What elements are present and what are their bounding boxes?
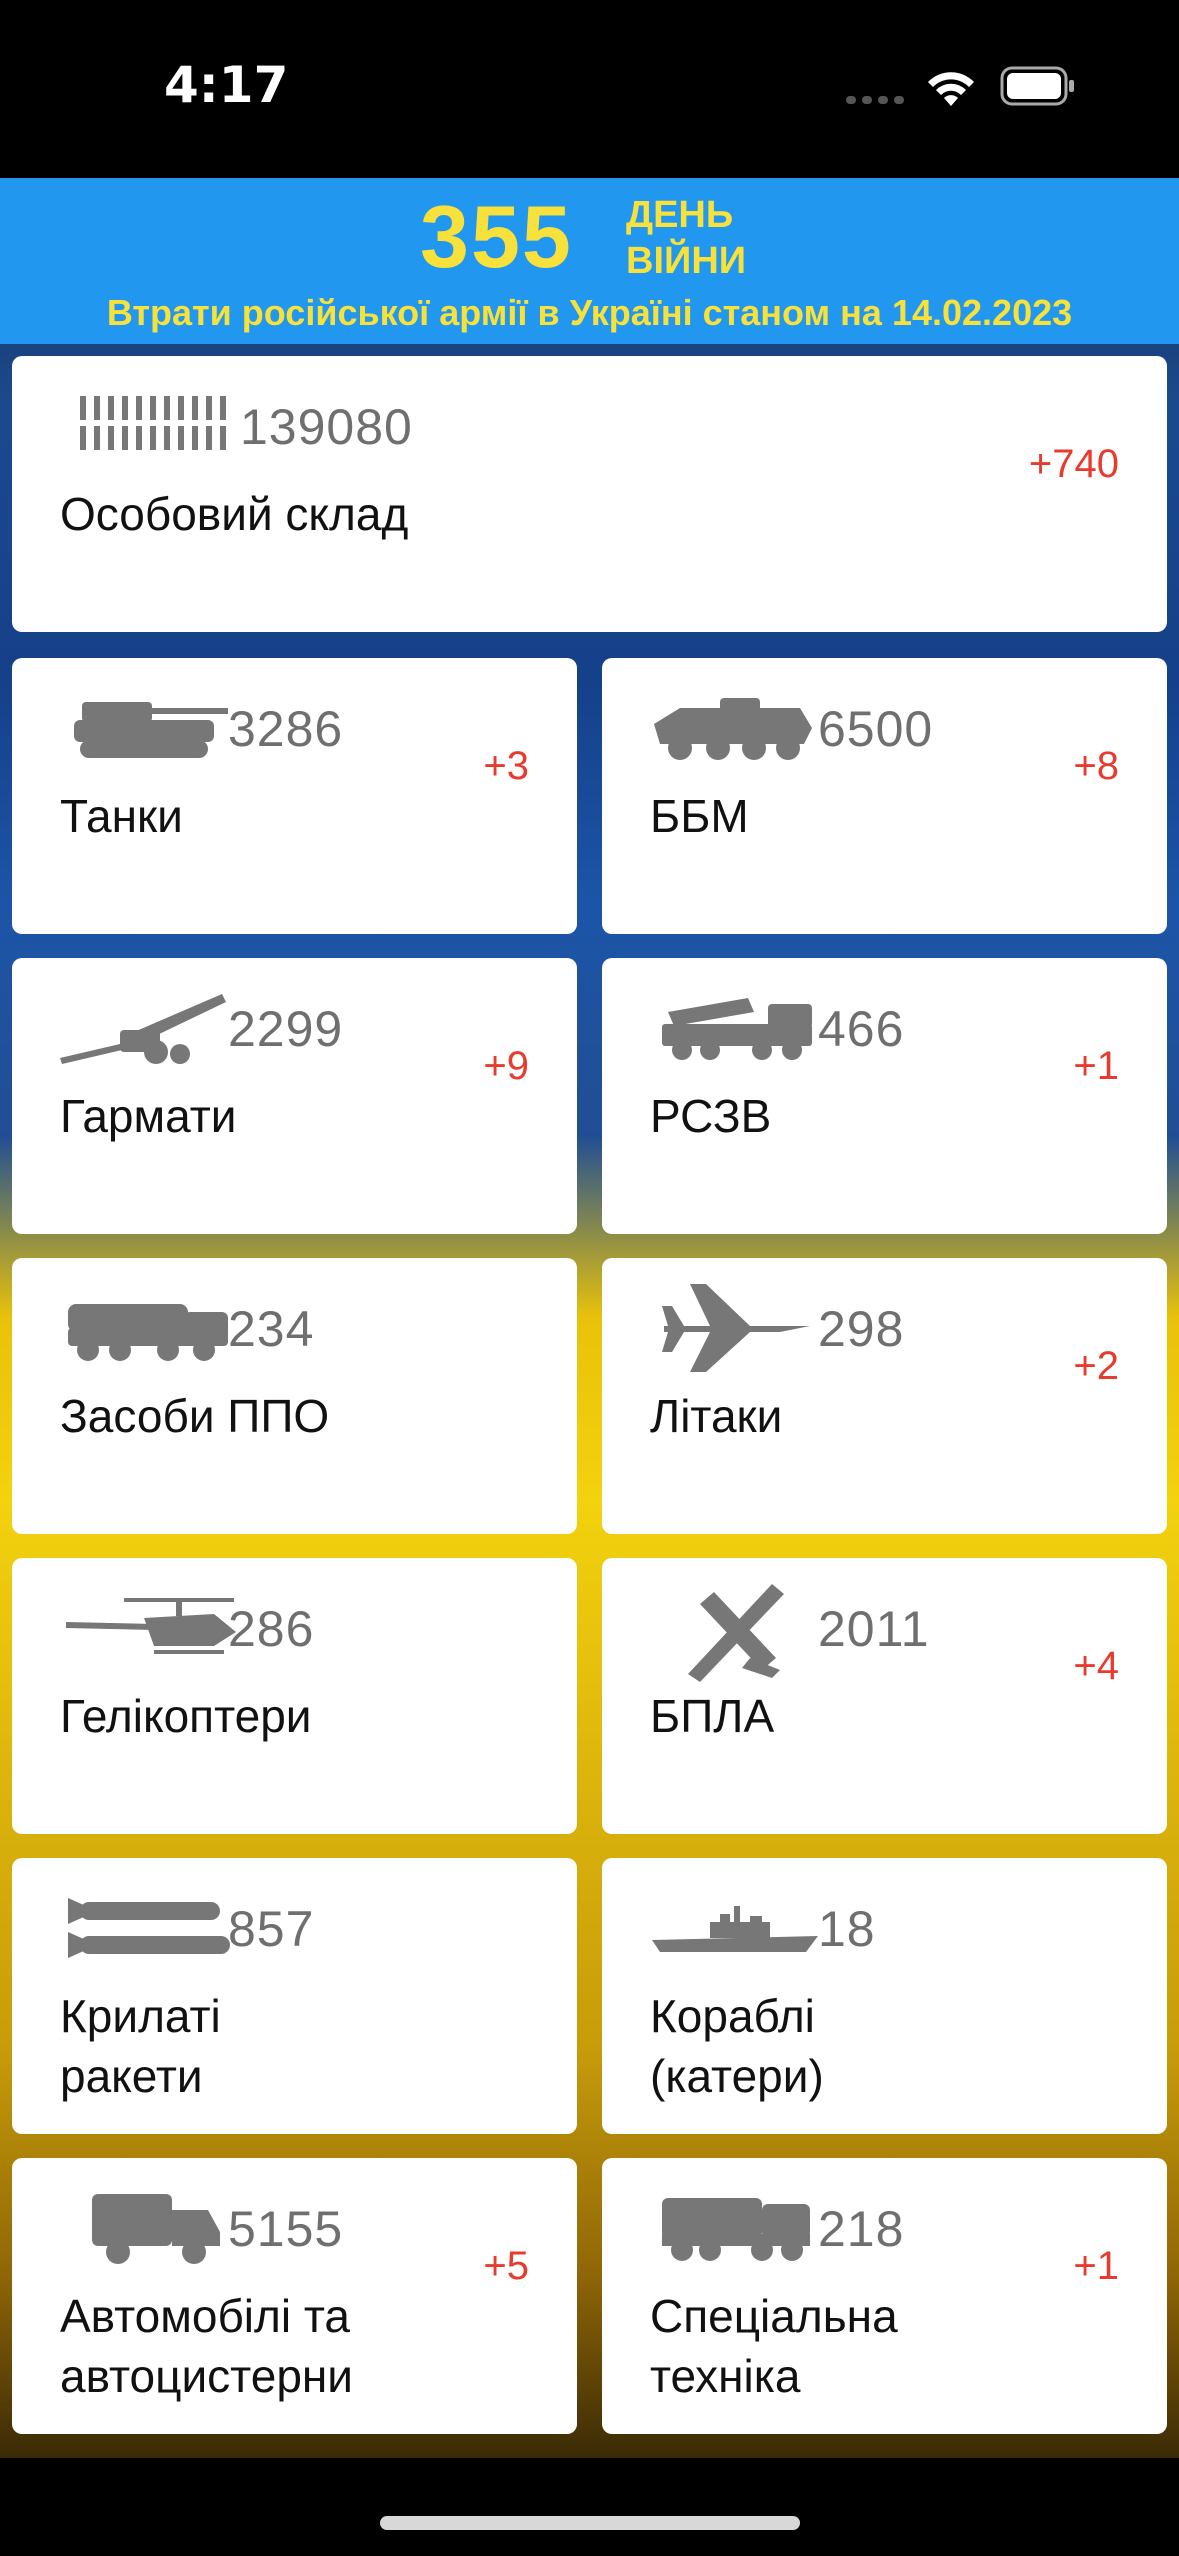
jet-icon: [660, 1282, 810, 1374]
losses-subtitle: Втрати російської армії в Україні станом…: [106, 292, 1073, 333]
air-defense-label: Засоби ППО: [60, 1390, 330, 1442]
card-vehicles[interactable]: 5155 +5 Автомобілі та автоцистерни: [12, 2158, 577, 2434]
tanks-label: Танки: [60, 790, 183, 842]
missile-icon: [66, 1896, 238, 1962]
card-ships[interactable]: 18 Кораблі (катери): [602, 1858, 1167, 2134]
tank-icon: [72, 696, 232, 762]
mlrs-count: 466: [818, 1001, 905, 1057]
war-day-caption: ДЕНЬ ВІЙНИ: [626, 192, 746, 284]
vehicles-count: 5155: [228, 2201, 344, 2257]
cellular-signal-icon: [846, 96, 904, 104]
helicopter-icon: [64, 1592, 240, 1664]
aircraft-label: Літаки: [650, 1390, 783, 1442]
apv-count: 6500: [818, 701, 934, 757]
personnel-label: Особовий склад: [60, 488, 409, 540]
air-defense-count: 234: [228, 1301, 315, 1357]
artillery-label: Гармати: [60, 1090, 237, 1142]
bottom-safe-area: [0, 2458, 1179, 2556]
card-mlrs[interactable]: 466 +1 РСЗВ: [602, 958, 1167, 1234]
special-vehicle-icon: [658, 2192, 814, 2264]
drones-count: 2011: [818, 1601, 930, 1657]
truck-icon: [82, 2188, 222, 2268]
card-special-equipment[interactable]: 218 +1 Спеціальна техніка: [602, 2158, 1167, 2434]
tanks-delta: +3: [483, 744, 529, 788]
wifi-icon: [928, 72, 974, 106]
apv-delta: +8: [1073, 744, 1119, 788]
mlrs-icon: [658, 992, 814, 1064]
drones-label: БПЛА: [650, 1690, 775, 1742]
armored-vehicle-icon: [650, 694, 814, 764]
howitzer-icon: [60, 988, 230, 1068]
card-helicopters[interactable]: 286 Гелікоптери: [12, 1558, 577, 1834]
card-aircraft[interactable]: 298 +2 Літаки: [602, 1258, 1167, 1534]
battery-icon: [1000, 66, 1074, 106]
card-cruise-missiles[interactable]: 857 Крилаті ракети: [12, 1858, 577, 2134]
aircraft-delta: +2: [1073, 1344, 1119, 1388]
drones-delta: +4: [1073, 1644, 1119, 1688]
special-equipment-count: 218: [818, 2201, 905, 2257]
day-word: ДЕНЬ: [626, 194, 734, 236]
card-drones[interactable]: 2011 +4 БПЛА: [602, 1558, 1167, 1834]
cruise-missiles-label: Крилаті ракети: [60, 1990, 221, 2102]
soldiers-icon: [76, 394, 236, 454]
air-defense-icon: [64, 1298, 234, 1364]
ships-count: 18: [818, 1901, 876, 1957]
status-time: 4:17: [164, 56, 289, 114]
artillery-delta: +9: [483, 1044, 529, 1088]
helicopters-label: Гелікоптери: [60, 1690, 312, 1742]
card-artillery[interactable]: 2299 +9 Гармати: [12, 958, 577, 1234]
ships-label: Кораблі (катери): [650, 1990, 824, 2102]
card-personnel[interactable]: 139080 +740 Особовий склад: [12, 356, 1167, 632]
ship-icon: [650, 1904, 820, 1954]
home-indicator[interactable]: [380, 2516, 800, 2530]
war-word: ВІЙНИ: [626, 240, 747, 282]
helicopters-count: 286: [228, 1601, 315, 1657]
vehicles-delta: +5: [483, 2244, 529, 2288]
artillery-count: 2299: [228, 1001, 344, 1057]
personnel-count: 139080: [240, 399, 413, 455]
special-equipment-label: Спеціальна техніка: [650, 2290, 898, 2402]
war-day-number: 355: [420, 187, 573, 286]
cruise-missiles-count: 857: [228, 1901, 315, 1957]
card-apv[interactable]: 6500 +8 ББМ: [602, 658, 1167, 934]
personnel-delta: +740: [1028, 442, 1119, 486]
vehicles-label: Автомобілі та автоцистерни: [60, 2290, 354, 2402]
apv-label: ББМ: [650, 790, 749, 842]
card-tanks[interactable]: 3286 +3 Танки: [12, 658, 577, 934]
mlrs-delta: +1: [1073, 1044, 1119, 1088]
aircraft-count: 298: [818, 1301, 905, 1357]
mlrs-label: РСЗВ: [650, 1090, 772, 1142]
special-equipment-delta: +1: [1073, 2244, 1119, 2288]
status-bar: 4:17: [0, 0, 1179, 178]
card-air-defense[interactable]: 234 Засоби ППО: [12, 1258, 577, 1534]
drone-icon: [680, 1578, 790, 1682]
tanks-count: 3286: [228, 701, 344, 757]
